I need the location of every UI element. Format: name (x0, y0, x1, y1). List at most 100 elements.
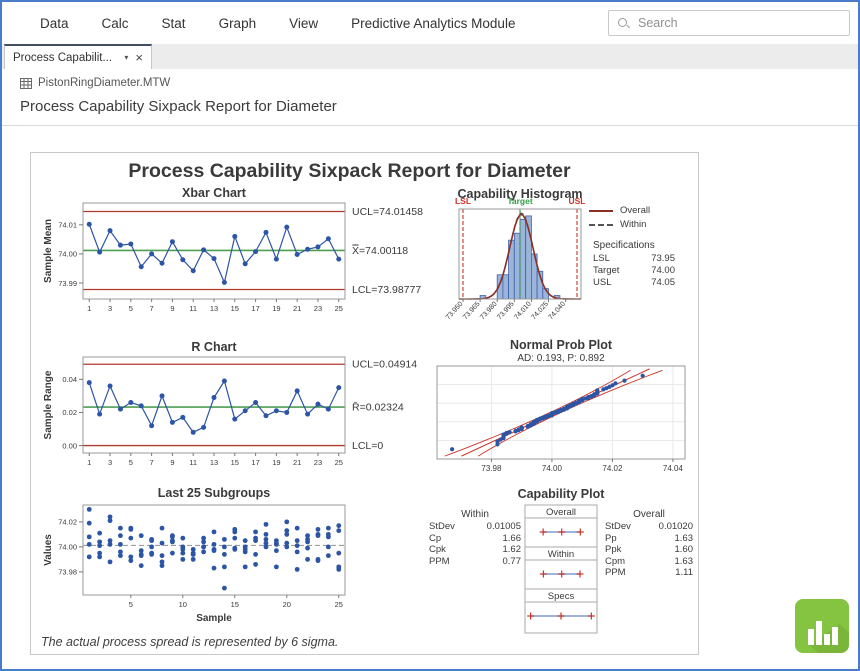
svg-text:Within: Within (548, 549, 574, 560)
svg-text:UCL=74.01458: UCL=74.01458 (352, 206, 423, 218)
svg-text:Overall: Overall (546, 507, 576, 518)
svg-text:Sample: Sample (196, 613, 232, 624)
capability-plot: Capability PlotOverallWithinSpecs Within… (427, 487, 695, 653)
app-window: Data Calc Stat Graph View Predictive Ana… (0, 0, 860, 671)
svg-text:17: 17 (251, 458, 259, 467)
svg-text:Normal Prob Plot: Normal Prob Plot (510, 339, 613, 352)
svg-text:15: 15 (231, 600, 239, 609)
svg-text:15: 15 (231, 458, 239, 467)
svg-text:R Chart: R Chart (191, 341, 237, 354)
worksheet-link[interactable]: PistonRingDiameter.MTW (20, 77, 858, 89)
svg-text:23: 23 (314, 458, 322, 467)
svg-text:73.965: 73.965 (462, 301, 482, 322)
specifications-title: Specifications (593, 240, 693, 251)
svg-text:Target: Target (507, 196, 533, 206)
svg-text:74.010: 74.010 (513, 301, 533, 322)
svg-text:19: 19 (272, 458, 280, 467)
svg-text:13: 13 (210, 458, 218, 467)
svg-text:9: 9 (170, 458, 174, 467)
svg-text:Capability Plot: Capability Plot (518, 487, 606, 501)
svg-text:73.98: 73.98 (481, 464, 502, 473)
svg-text:9: 9 (170, 304, 174, 313)
legend-overall-label: Overall (620, 205, 650, 216)
tab-process-capability[interactable]: Process Capabilit... ▾ × (4, 44, 152, 69)
overall-stats: Overall StDev0.01020 Pp1.63 Ppk1.60 Cpm1… (605, 509, 693, 579)
svg-text:73.980: 73.980 (479, 301, 499, 322)
svg-text:AD: 0.193, P: 0.892: AD: 0.193, P: 0.892 (517, 353, 605, 364)
svg-text:Specs: Specs (548, 591, 575, 602)
search-box[interactable] (608, 10, 850, 36)
search-icon (617, 17, 630, 30)
svg-text:25: 25 (335, 304, 343, 313)
svg-text:13: 13 (210, 304, 218, 313)
svg-text:R̄=0.02324: R̄=0.02324 (352, 401, 404, 414)
svg-text:LCL=0: LCL=0 (352, 440, 383, 452)
overall-line-swatch (589, 210, 613, 212)
svg-text:11: 11 (189, 458, 197, 467)
search-input[interactable] (636, 15, 843, 31)
menu-calc[interactable]: Calc (102, 16, 129, 31)
svg-text:LSL: LSL (455, 196, 471, 206)
svg-text:17: 17 (251, 304, 259, 313)
svg-text:5: 5 (129, 304, 133, 313)
page-title: Process Capability Sixpack Report for Di… (20, 98, 840, 115)
svg-text:Sample Mean: Sample Mean (43, 219, 54, 283)
svg-text:5: 5 (129, 458, 133, 467)
svg-text:73.98: 73.98 (58, 568, 77, 577)
svg-text:10: 10 (179, 600, 187, 609)
menu-data[interactable]: Data (40, 16, 69, 31)
svg-text:11: 11 (189, 304, 197, 313)
r-chart: R Chart UCL=0.04914 R̄=0.02324 LCL=0 0.00 0.0… (39, 341, 449, 481)
svg-text:25: 25 (335, 600, 343, 609)
spec-row-target: Target 74.00 (589, 265, 675, 277)
svg-text:7: 7 (150, 458, 154, 467)
svg-text:0.04: 0.04 (62, 375, 77, 384)
tab-dropdown-icon[interactable]: ▾ (124, 53, 128, 62)
svg-text:73.995: 73.995 (496, 301, 516, 322)
svg-text:74.01: 74.01 (58, 221, 77, 230)
graph-panel[interactable]: Process Capability Sixpack Report for Di… (30, 152, 699, 655)
svg-text:23: 23 (314, 304, 322, 313)
capability-histogram: Capability HistogramLSLTargetUSL73.95073… (421, 187, 596, 339)
svg-text:73.950: 73.950 (445, 301, 465, 322)
svg-text:73.99: 73.99 (58, 279, 77, 288)
menu-view[interactable]: View (289, 16, 318, 31)
svg-text:X̿=74.00118: X̿=74.00118 (351, 244, 408, 257)
svg-text:LCL=73.98777: LCL=73.98777 (352, 284, 421, 296)
svg-text:Xbar Chart: Xbar Chart (182, 187, 247, 200)
svg-text:3: 3 (108, 458, 112, 467)
legend-overall: Overall (589, 205, 693, 216)
menu-predictive-analytics-module[interactable]: Predictive Analytics Module (351, 16, 515, 31)
svg-text:0.02: 0.02 (62, 408, 77, 417)
spec-row-usl: USL 74.05 (589, 277, 675, 289)
menu-stat[interactable]: Stat (162, 16, 186, 31)
svg-text:3: 3 (108, 304, 112, 313)
svg-text:15: 15 (231, 304, 239, 313)
svg-text:74.04: 74.04 (663, 464, 684, 473)
svg-text:74.025: 74.025 (530, 301, 550, 322)
svg-text:1: 1 (87, 458, 91, 467)
svg-text:20: 20 (283, 600, 291, 609)
normal-prob-plot: Normal Prob PlotAD: 0.193, P: 0.892 73.98… (427, 339, 693, 489)
tab-close-icon[interactable]: × (135, 51, 143, 64)
svg-text:21: 21 (293, 304, 301, 313)
svg-text:Last 25 Subgroups: Last 25 Subgroups (158, 487, 271, 500)
menu-graph[interactable]: Graph (219, 16, 257, 31)
svg-text:74.040: 74.040 (548, 301, 568, 322)
worksheet-name: PistonRingDiameter.MTW (38, 77, 170, 89)
svg-text:74.02: 74.02 (58, 518, 77, 527)
svg-text:19: 19 (272, 304, 280, 313)
svg-text:USL: USL (569, 196, 586, 206)
svg-text:0.00: 0.00 (62, 441, 77, 450)
legend-within-label: Within (620, 219, 646, 230)
xbar-chart: Xbar Chart UCL=74.01458 X̿=74.00118 LCL=73.… (39, 187, 449, 327)
svg-text:74.00: 74.00 (542, 464, 563, 473)
svg-text:25: 25 (335, 458, 343, 467)
spec-row-lsl: LSL 73.95 (589, 253, 675, 265)
svg-text:Sample Range: Sample Range (43, 370, 54, 439)
svg-text:UCL=0.04914: UCL=0.04914 (352, 359, 417, 371)
svg-text:Values: Values (43, 534, 54, 566)
svg-text:7: 7 (150, 304, 154, 313)
tab-strip: Process Capabilit... ▾ × (2, 44, 858, 69)
svg-text:1: 1 (87, 304, 91, 313)
